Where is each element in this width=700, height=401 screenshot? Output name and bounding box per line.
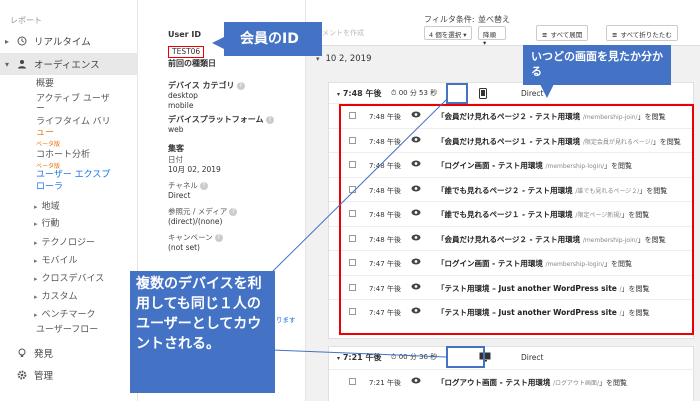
cross-device-callout: 複数のデバイスを利用しても同じ１人のユーザーとしてカウントされる。 bbox=[130, 271, 275, 393]
connector-lines bbox=[271, 99, 447, 358]
